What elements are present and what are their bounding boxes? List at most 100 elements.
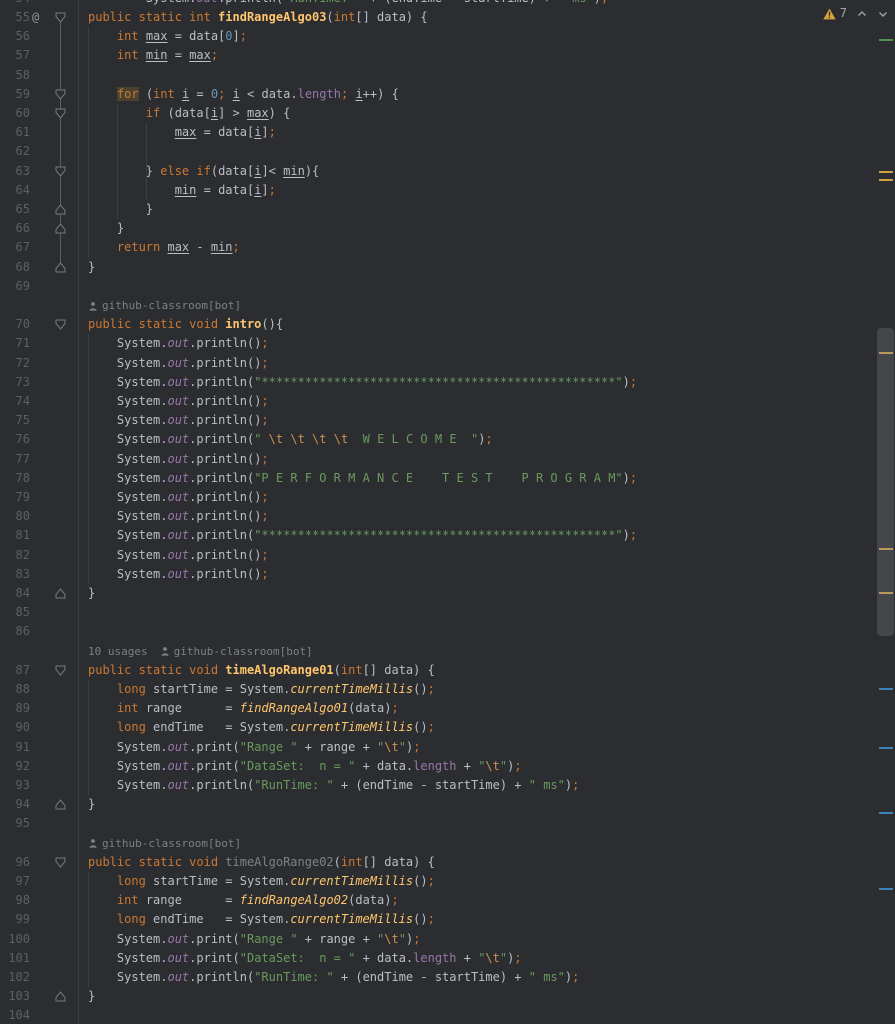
- code-text[interactable]: } else if(data[i]< min){: [88, 162, 319, 181]
- author-hint[interactable]: github-classroom[bot]: [102, 296, 241, 315]
- line-number[interactable]: 86: [0, 622, 30, 641]
- line-number[interactable]: 75: [0, 411, 30, 430]
- author-hint[interactable]: github-classroom[bot]: [102, 834, 241, 853]
- code-text[interactable]: System.out.println();: [88, 411, 269, 430]
- code-text[interactable]: System.out.println();: [88, 488, 269, 507]
- code-text[interactable]: }: [88, 584, 95, 603]
- code-text[interactable]: System.out.println();: [88, 334, 269, 353]
- line-number[interactable]: 69: [0, 277, 30, 296]
- fold-expanded-icon[interactable]: [55, 108, 66, 119]
- line-number[interactable]: 61: [0, 123, 30, 142]
- stripe-mark-info[interactable]: [879, 747, 893, 749]
- code-text[interactable]: System.out.println("RunTime: " + (endTim…: [88, 968, 579, 987]
- line-number[interactable]: 89: [0, 699, 30, 718]
- code-text[interactable]: System.out.println();: [88, 392, 269, 411]
- line-number[interactable]: 79: [0, 488, 30, 507]
- code-text[interactable]: }: [88, 795, 95, 814]
- code-text[interactable]: System.out.println("P E R F O R M A N C …: [88, 469, 637, 488]
- scrollbar-thumb[interactable]: [877, 328, 894, 636]
- stripe-mark-warning[interactable]: [879, 179, 893, 181]
- fold-expanded-icon[interactable]: [55, 319, 66, 330]
- line-number[interactable]: 80: [0, 507, 30, 526]
- line-number[interactable]: 56: [0, 27, 30, 46]
- line-number[interactable]: 92: [0, 757, 30, 776]
- code-text[interactable]: for (int i = 0; i < data.length; i++) {: [88, 85, 399, 104]
- line-number[interactable]: 84: [0, 584, 30, 603]
- stripe-mark-info[interactable]: [879, 888, 893, 890]
- line-number[interactable]: 103: [0, 987, 30, 1006]
- fold-collapse-end-icon[interactable]: [55, 223, 66, 234]
- line-number[interactable]: 59: [0, 85, 30, 104]
- line-number[interactable]: 100: [0, 930, 30, 949]
- line-number[interactable]: 104: [0, 1006, 30, 1024]
- line-number[interactable]: 58: [0, 66, 30, 85]
- stripe-mark-info[interactable]: [879, 688, 893, 690]
- code-text[interactable]: System.out.println("********************…: [88, 373, 637, 392]
- line-number[interactable]: 55: [0, 8, 30, 27]
- next-problem-button[interactable]: [877, 8, 889, 20]
- code-text[interactable]: }: [88, 219, 124, 238]
- code-text[interactable]: System.out.println();: [88, 354, 269, 373]
- code-text[interactable]: System.out.println();: [88, 546, 269, 565]
- line-number[interactable]: 71: [0, 334, 30, 353]
- line-number[interactable]: 66: [0, 219, 30, 238]
- line-number[interactable]: 95: [0, 814, 30, 833]
- code-text[interactable]: long endTime = System.currentTimeMillis(…: [88, 910, 435, 929]
- line-number[interactable]: 96: [0, 853, 30, 872]
- previous-problem-button[interactable]: [856, 8, 868, 20]
- line-number[interactable]: 82: [0, 546, 30, 565]
- line-number[interactable]: 78: [0, 469, 30, 488]
- line-number[interactable]: 85: [0, 603, 30, 622]
- code-text[interactable]: return max - min;: [88, 238, 240, 257]
- line-number[interactable]: 101: [0, 949, 30, 968]
- code-text[interactable]: System.out.println("RunTime: " + (endTim…: [88, 776, 579, 795]
- line-number[interactable]: 98: [0, 891, 30, 910]
- code-text[interactable]: System.out.println();: [88, 450, 269, 469]
- code-text[interactable]: public static void timeAlgoRange02(int[]…: [88, 853, 435, 872]
- fold-expanded-icon[interactable]: [55, 166, 66, 177]
- fold-expanded-icon[interactable]: [55, 12, 66, 23]
- line-number[interactable]: 62: [0, 142, 30, 161]
- line-number[interactable]: 90: [0, 718, 30, 737]
- line-number[interactable]: 67: [0, 238, 30, 257]
- code-text[interactable]: min = data[i];: [88, 181, 276, 200]
- author-hint[interactable]: github-classroom[bot]: [174, 642, 313, 661]
- line-number[interactable]: 76: [0, 430, 30, 449]
- code-text[interactable]: System.out.println();: [88, 507, 269, 526]
- fold-collapse-end-icon[interactable]: [55, 204, 66, 215]
- stripe-mark-warning[interactable]: [879, 171, 893, 173]
- code-text[interactable]: public static void intro(){: [88, 315, 283, 334]
- fold-collapse-end-icon[interactable]: [55, 261, 66, 273]
- code-text[interactable]: System.out.println(" \t \t \t \t W E L C…: [88, 430, 493, 449]
- code-text[interactable]: System.out.print("Range " + range + "\t"…: [88, 738, 421, 757]
- code-text[interactable]: System.out.print("Range " + range + "\t"…: [88, 930, 421, 949]
- line-number[interactable]: 60: [0, 104, 30, 123]
- line-number[interactable]: 91: [0, 738, 30, 757]
- code-text[interactable]: System.out.println("RunTime: " + (endTim…: [88, 0, 608, 8]
- line-number[interactable]: 94: [0, 795, 30, 814]
- code-text[interactable]: public static void timeAlgoRange01(int[]…: [88, 661, 435, 680]
- warnings-indicator[interactable]: [823, 8, 836, 20]
- stripe-mark-info[interactable]: [879, 812, 893, 814]
- line-number[interactable]: 54: [0, 0, 30, 8]
- line-number[interactable]: 73: [0, 373, 30, 392]
- code-text[interactable]: System.out.println("********************…: [88, 526, 637, 545]
- fold-expanded-icon[interactable]: [55, 665, 66, 676]
- line-number[interactable]: 65: [0, 200, 30, 219]
- line-number[interactable]: 72: [0, 354, 30, 373]
- line-number[interactable]: 70: [0, 315, 30, 334]
- code-text[interactable]: long startTime = System.currentTimeMilli…: [88, 680, 435, 699]
- code-text[interactable]: int range = findRangeAlgo01(data);: [88, 699, 399, 718]
- code-text[interactable]: int range = findRangeAlgo02(data);: [88, 891, 399, 910]
- fold-expanded-icon[interactable]: [55, 857, 66, 868]
- code-text[interactable]: if (data[i] > max) {: [88, 104, 291, 123]
- fold-expanded-icon[interactable]: [55, 89, 66, 100]
- fold-collapse-end-icon[interactable]: [55, 991, 66, 1002]
- line-number[interactable]: 93: [0, 776, 30, 795]
- code-text[interactable]: }: [88, 200, 153, 219]
- line-number[interactable]: 68: [0, 258, 30, 277]
- code-text[interactable]: long startTime = System.currentTimeMilli…: [88, 872, 435, 891]
- code-text[interactable]: System.out.print("DataSet: n = " + data.…: [88, 757, 522, 776]
- code-text[interactable]: System.out.println();: [88, 565, 269, 584]
- fold-collapse-end-icon[interactable]: [55, 588, 66, 599]
